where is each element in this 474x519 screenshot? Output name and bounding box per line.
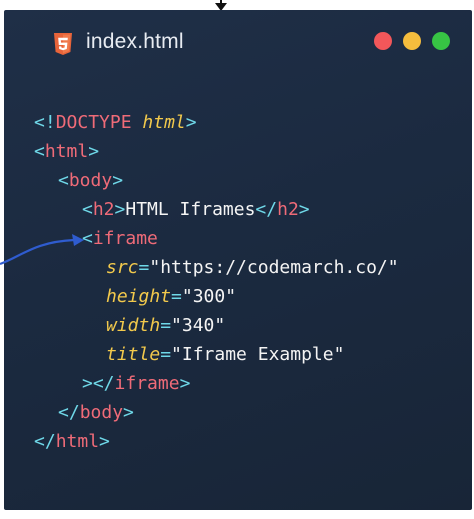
attr-name: height	[106, 286, 172, 307]
window-controls	[374, 32, 450, 50]
html-open-gt: >	[88, 141, 100, 162]
code-line-html-open: <html>	[4, 137, 472, 166]
html-close-tag: html	[55, 431, 100, 452]
html-close-gt: >	[99, 431, 110, 452]
title-bar: index.html	[4, 10, 472, 72]
attr-equals: =	[138, 257, 150, 278]
doctype-open: <!	[34, 112, 56, 133]
attr-name: title	[106, 344, 161, 365]
body-open-lt: <	[58, 170, 69, 191]
doctype-keyword: DOCTYPE	[55, 112, 132, 133]
attr-equals: =	[171, 286, 182, 307]
body-close-lt: </	[58, 402, 80, 423]
attr-name: width	[106, 315, 161, 336]
iframe-close-tag: iframe	[114, 373, 180, 394]
attr-value: "300"	[181, 286, 237, 307]
iframe-gt: >	[82, 373, 93, 394]
code-line-attr-height: height="300"	[4, 282, 472, 311]
h2-close-tag: h2	[277, 199, 299, 220]
attr-value: "Iframe Example"	[171, 344, 345, 365]
body-close-gt: >	[123, 402, 134, 423]
maximize-dot[interactable]	[432, 32, 450, 50]
h2-close-lt: </	[255, 199, 278, 220]
html-open-lt: <	[34, 141, 45, 162]
doctype-close: >	[185, 112, 197, 133]
attr-equals: =	[160, 315, 172, 336]
code-line-body-close: </body>	[4, 398, 472, 427]
attr-value: "340"	[171, 315, 226, 336]
stage: index.html <!DOCTYPE html> <html> <body>…	[0, 0, 474, 519]
html-close-lt: </	[34, 431, 56, 452]
code-line-html-close: </html>	[4, 427, 472, 456]
iframe-close-lt: </	[92, 373, 115, 394]
attr-equals: =	[160, 344, 172, 365]
minimize-dot[interactable]	[403, 32, 421, 50]
h2-open-lt: <	[82, 199, 93, 220]
doctype-value: html	[142, 112, 186, 133]
html5-icon	[54, 33, 72, 55]
body-open-tag: body	[68, 170, 113, 191]
file-name: index.html	[86, 30, 184, 53]
html-open-tag: html	[44, 141, 89, 162]
code-line-body-open: <body>	[4, 166, 472, 195]
attr-value: "https://codemarch.co/"	[149, 257, 399, 278]
h2-text: HTML Iframes	[125, 199, 256, 220]
pointer-arrow-icon	[0, 234, 84, 266]
h2-open-gt: >	[114, 199, 126, 220]
h2-close-gt: >	[298, 199, 310, 220]
body-close-tag: body	[79, 402, 124, 423]
iframe-open-tag: iframe	[92, 228, 158, 249]
h2-open-tag: h2	[92, 199, 115, 220]
attr-name: src	[106, 257, 139, 278]
code-line-doctype: <!DOCTYPE html>	[4, 108, 472, 137]
body-open-gt: >	[112, 170, 124, 191]
code-line-attr-width: width="340"	[4, 311, 472, 340]
close-dot[interactable]	[374, 32, 392, 50]
iframe-close-gt: >	[179, 373, 191, 394]
code-line-attr-title: title="Iframe Example"	[4, 340, 472, 369]
code-block: <!DOCTYPE html> <html> <body> <h2>HTML I…	[4, 108, 472, 456]
code-line-iframe-close: ></iframe>	[4, 369, 472, 398]
